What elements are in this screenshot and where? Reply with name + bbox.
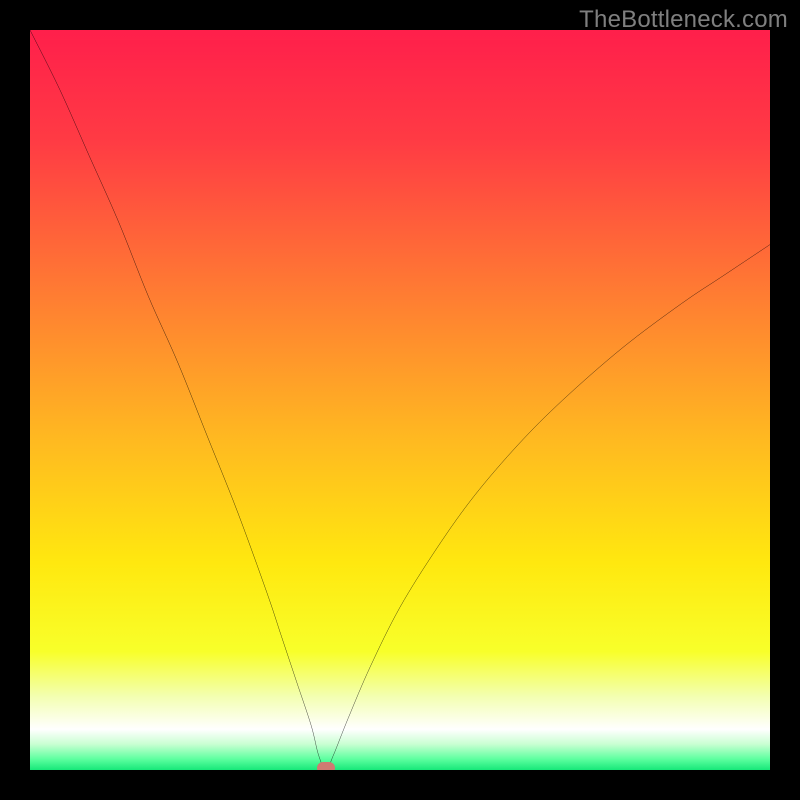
bottleneck-curve (30, 30, 770, 770)
optimal-point-marker (317, 762, 335, 770)
plot-area (30, 30, 770, 770)
chart-frame: TheBottleneck.com (0, 0, 800, 800)
watermark-text: TheBottleneck.com (579, 6, 788, 34)
